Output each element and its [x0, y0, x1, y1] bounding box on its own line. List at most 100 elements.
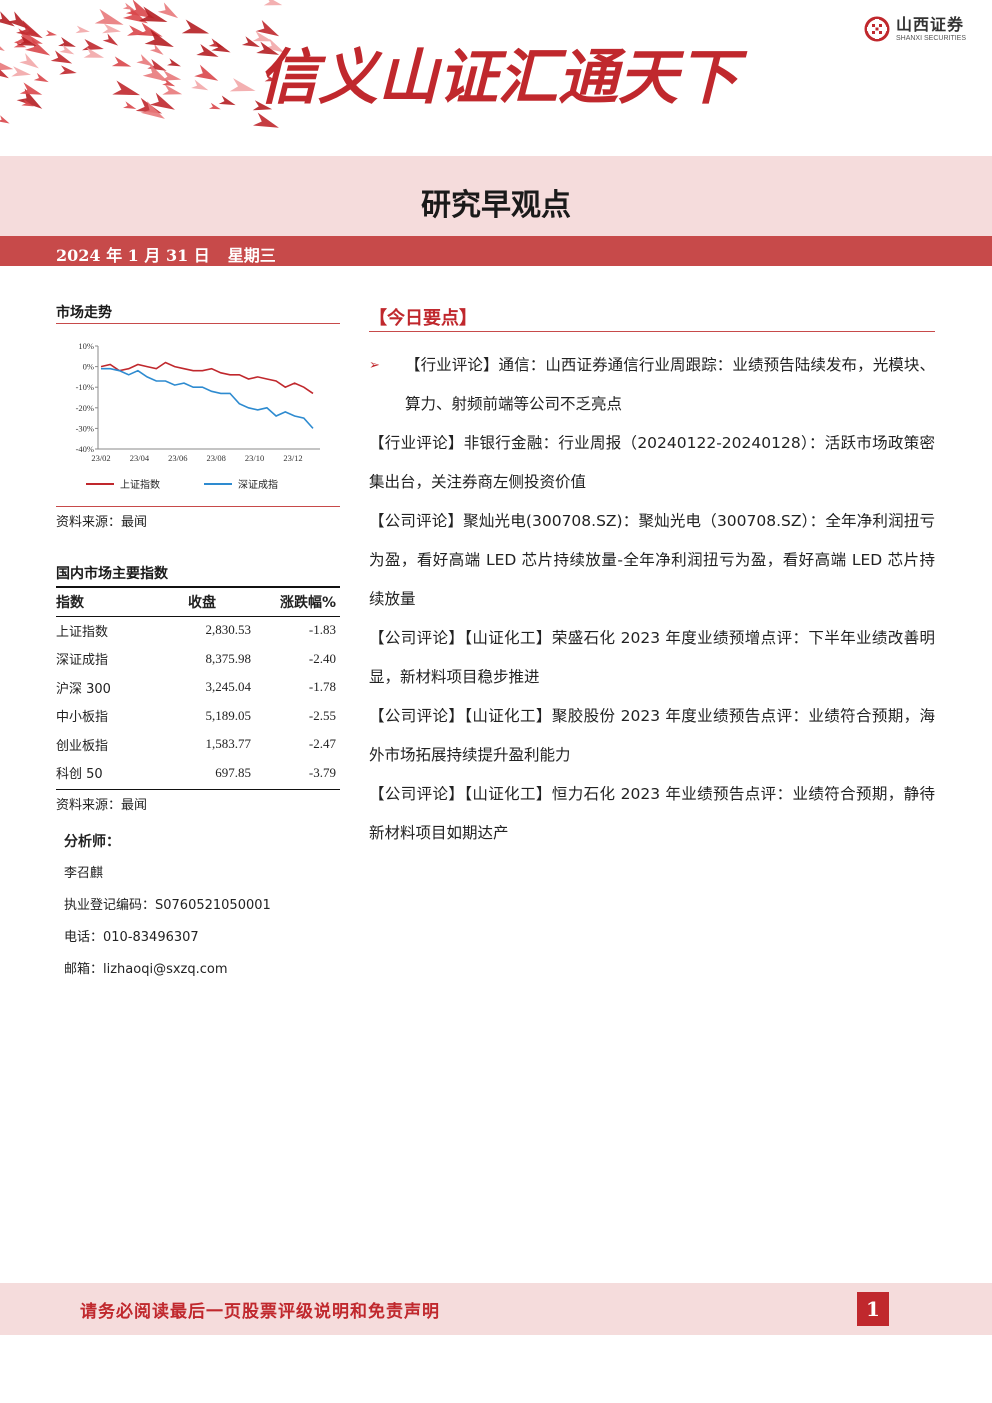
date-line: 2024 年 1 月 31 日星期三 — [56, 242, 276, 266]
arrow-mark — [181, 19, 210, 34]
arrow-mark — [102, 33, 119, 46]
index-name: 深证成指 — [56, 653, 109, 669]
key-point-item[interactable]: 【公司评论】聚灿光电(300708.SZ)：聚灿光电（300708.SZ）：全年… — [369, 502, 935, 619]
y-tick-label: -20% — [76, 403, 94, 413]
table-row: 科创 50 697.85 -3.79 — [56, 759, 336, 788]
index-close: 1,583.77 — [205, 736, 252, 752]
arrow-mark — [59, 65, 77, 75]
key-point-text: 【行业评论】通信：山西证券通信行业周跟踪：业绩预告陆续发布，光模块、算力、射频前… — [405, 356, 935, 413]
arrow-mark — [162, 84, 183, 95]
y-tick-label: -30% — [76, 423, 94, 433]
analyst-block: 分析师： 李召麒 执业登记编码：S0760521050001 电话：010-83… — [64, 826, 271, 986]
slogan-calligraphy: 信义山证汇通天下 — [258, 43, 748, 113]
index-change: -2.40 — [308, 650, 336, 666]
arrow-mark — [75, 25, 90, 34]
index-close: 5,189.05 — [205, 707, 252, 723]
arrow-mark — [102, 23, 121, 34]
arrow-mark — [0, 32, 5, 52]
key-point-item[interactable]: 【公司评论】【山证化工】聚胶股份 2023 年度业绩预告点评：业绩符合预期，海外… — [369, 697, 935, 775]
analyst-name: 李召麒 — [64, 866, 104, 881]
x-tick-label: 23/12 — [283, 453, 302, 463]
table-bottom-rule — [56, 789, 340, 790]
slogan-text: 信义山证汇通天下 — [258, 43, 748, 113]
index-close: 697.85 — [215, 764, 251, 780]
index-change: -2.55 — [308, 707, 336, 723]
key-point-item[interactable]: 【公司评论】【山证化工】荣盛石化 2023 年度业绩预增点评：下半年业绩改善明显… — [369, 619, 935, 697]
arrow-mark — [45, 30, 57, 37]
y-tick-label: 10% — [78, 341, 94, 351]
key-point-item[interactable]: 【公司评论】【山证化工】恒力石化 2023 年业绩预告点评：业绩符合预期，静待新… — [369, 775, 935, 853]
header-arrow-decoration — [0, 0, 285, 128]
header-close: 收盘 — [188, 595, 216, 611]
x-tick-label: 23/04 — [130, 453, 150, 463]
arrow-mark — [11, 66, 31, 77]
x-tick-label: 23/02 — [91, 453, 110, 463]
table-source: 资料来源：最闻 — [56, 798, 148, 813]
table-row: 上证指数 2,830.53 -1.83 — [56, 616, 336, 645]
arrow-mark — [263, 0, 283, 6]
x-tick-label: 23/06 — [168, 453, 187, 463]
date-bar: 2024 年 1 月 31 日星期三 — [0, 236, 992, 266]
arrow-mark — [149, 43, 164, 55]
arrow-bullet-icon: ➢ — [369, 358, 380, 373]
arrow-mark — [111, 56, 132, 67]
key-points-divider — [369, 331, 935, 332]
arrow-mark — [208, 102, 221, 110]
header-change: 涨跌幅% — [279, 595, 336, 611]
table-header-rule — [56, 616, 340, 617]
arrow-mark — [123, 101, 137, 109]
index-close: 3,245.04 — [205, 679, 252, 695]
index-table-title: 国内市场主要指数 — [56, 566, 168, 582]
arrow-mark — [161, 70, 182, 81]
index-change: -2.47 — [308, 736, 336, 752]
arrow-mark — [33, 72, 49, 83]
index-table-wrap: 指数 收盘 涨跌幅% 上证指数 2,830.53 -1.83 深证成指 8,375.9… — [56, 588, 338, 787]
analyst-phone: 电话：010-83496307 — [64, 930, 199, 945]
index-name: 创业板指 — [56, 738, 109, 754]
report-weekday: 星期三 — [227, 246, 276, 265]
logo-name-en: SHANXI SECURITIES — [895, 34, 966, 42]
footer-disclaimer[interactable]: 请务必阅读最后一页股票评级说明和免责声明 — [80, 1297, 440, 1322]
page-number: 1 — [857, 1292, 889, 1326]
table-row: 中小板指 5,189.05 -2.55 — [56, 702, 336, 731]
chart-source: 资料来源：最闻 — [56, 515, 148, 530]
index-name: 科创 50 — [56, 767, 103, 783]
section-divider — [56, 323, 340, 324]
legend-label: 上证指数 — [120, 478, 160, 491]
report-date: 2024 年 1 月 31 日 — [56, 246, 210, 265]
logo-name-cn: 山西证券 — [895, 14, 964, 34]
company-logo: 山西证券 SHANXI SECURITIES — [864, 16, 966, 42]
index-change: -1.78 — [308, 679, 336, 695]
series-line — [101, 367, 314, 429]
index-name: 上证指数 — [56, 624, 109, 640]
index-name: 沪深 300 — [56, 681, 111, 697]
index-table: 指数 收盘 涨跌幅% 上证指数 2,830.53 -1.83 深证成指 8,375.9… — [56, 588, 336, 787]
analyst-license: 执业登记编码：S0760521050001 — [64, 898, 271, 913]
arrow-mark — [191, 79, 209, 91]
arrow-mark — [218, 95, 236, 106]
arrow-mark — [112, 80, 141, 96]
y-tick-label: 0% — [83, 362, 94, 372]
index-name: 中小板指 — [56, 710, 109, 726]
index-change: -3.79 — [308, 764, 336, 780]
key-point-item[interactable]: ➢ 【行业评论】通信：山西证券通信行业周跟踪：业绩预告陆续发布，光模块、算力、射频… — [369, 346, 935, 424]
key-points-list: ➢ 【行业评论】通信：山西证券通信行业周跟踪：业绩预告陆续发布，光模块、算力、射频… — [369, 346, 935, 853]
market-trend-title: 市场走势 — [56, 305, 112, 321]
footer-bar: 请务必阅读最后一页股票评级说明和免责声明 1 — [0, 1283, 992, 1335]
arrow-mark — [167, 58, 181, 67]
table-row: 深证成指 8,375.98 -2.40 — [56, 645, 336, 674]
index-close: 2,830.53 — [205, 622, 252, 638]
arrow-mark — [229, 78, 256, 92]
table-row: 沪深 300 3,245.04 -1.78 — [56, 673, 336, 702]
table-row: 创业板指 1,583.77 -2.47 — [56, 730, 336, 759]
section-divider — [56, 506, 340, 507]
page-title: 研究早观点 — [421, 188, 571, 223]
x-tick-label: 23/10 — [245, 453, 264, 463]
analyst-email[interactable]: 邮箱：lizhaoqi@sxzq.com — [64, 954, 271, 986]
arrow-mark — [19, 53, 39, 69]
arrow-mark — [0, 115, 10, 124]
index-close: 8,375.98 — [205, 650, 252, 666]
legend-label: 深证成指 — [238, 478, 278, 491]
key-point-item[interactable]: 【行业评论】非银行金融：行业周报（20240122-20240128）：活跃市场… — [369, 424, 935, 502]
logo-emblem-icon — [864, 16, 890, 42]
